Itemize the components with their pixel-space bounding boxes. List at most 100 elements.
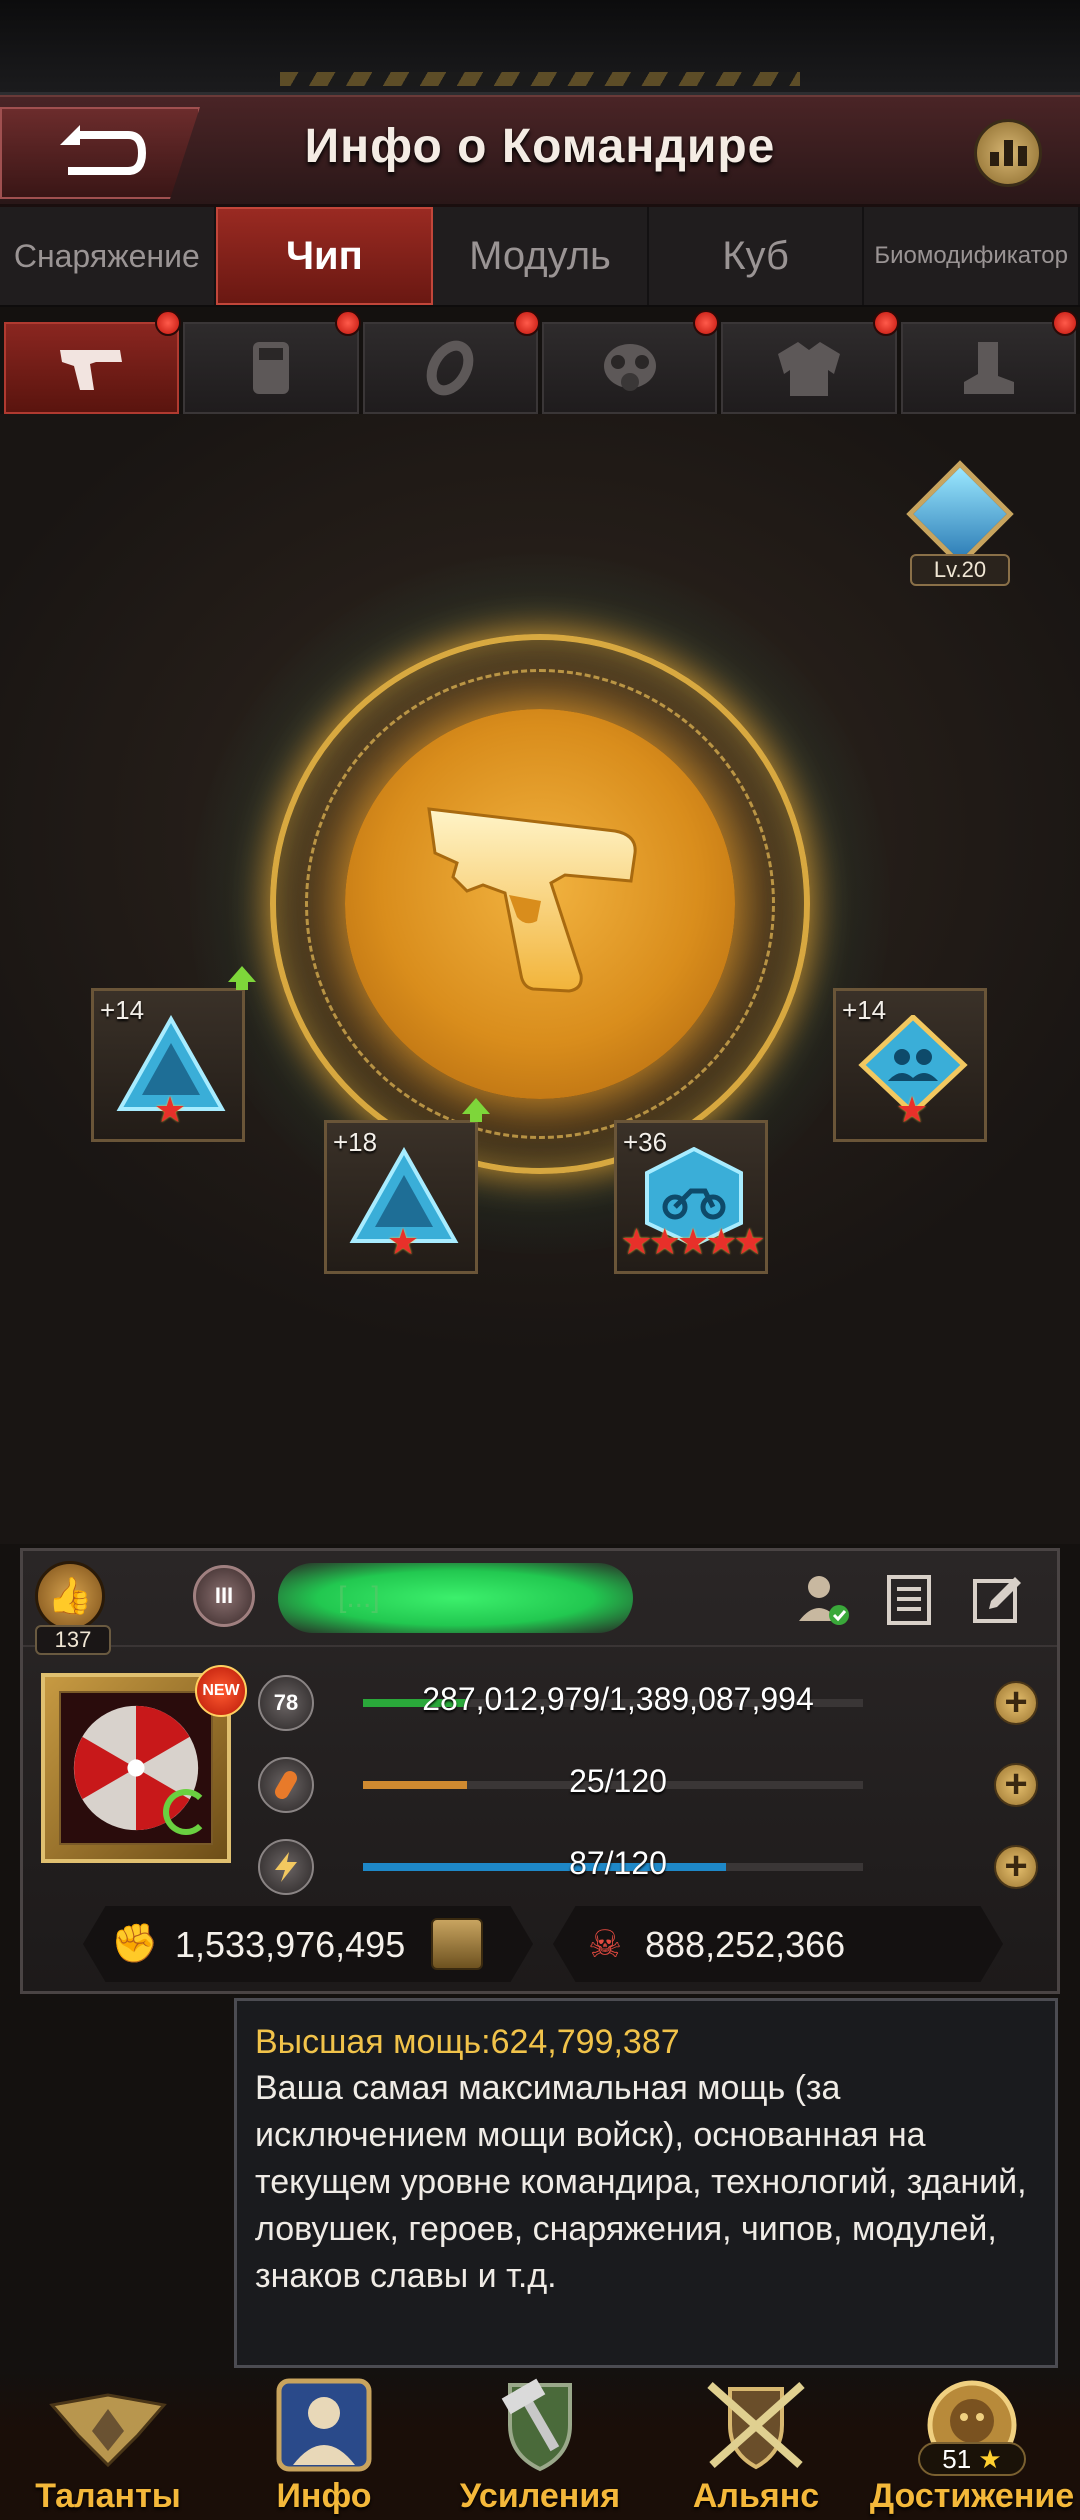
golden-pistol-icon (427, 807, 637, 993)
tab-biomodifier[interactable]: Биомодификатор (864, 207, 1080, 305)
commander-name: [...] (278, 1563, 633, 1633)
chip-stars: ★ (386, 1221, 419, 1262)
bottom-nav: Таланты Инфо Усиления Альянс 51 ★ Достиж… (0, 2372, 1080, 2520)
slot-ring[interactable] (362, 310, 540, 414)
bar-chart-icon-bar (1017, 146, 1027, 166)
notification-dot (693, 310, 720, 336)
commander-header: 👍 137 III [...] (23, 1551, 1057, 1655)
notification-dot (513, 310, 540, 336)
chip-stars: ★ (153, 1089, 186, 1130)
power-fist-icon: ✊ (111, 1923, 159, 1965)
tab-module[interactable]: Модуль (433, 207, 649, 305)
chip-slot[interactable]: +14 ★ (833, 988, 987, 1142)
equipment-level-badge[interactable]: Lv.20 (900, 460, 1020, 586)
notification-dot (334, 310, 361, 336)
edit-icon[interactable] (967, 1569, 1027, 1629)
power-history-icon[interactable] (431, 1918, 483, 1970)
top-frame (0, 0, 1080, 95)
chip-slot[interactable]: +18 ★ (324, 1120, 478, 1274)
experience-row: 78 287,012,979/1,389,087,994 + (258, 1671, 1048, 1735)
peak-power-tooltip: Высшая мощь:624,799,387 Ваша самая макси… (234, 1998, 1058, 2368)
commander-panel: 👍 137 III [...] NEW 78 287,012,979/1,389… (20, 1548, 1060, 1994)
chip-slot[interactable]: +14 ★ (91, 988, 245, 1142)
level-badge-icon: 78 (258, 1675, 314, 1731)
nav-label: Достижение (869, 2477, 1075, 2515)
page-title: Инфо о Командире (304, 120, 776, 173)
chip-slot[interactable]: +36 ★★★★★ (614, 1120, 768, 1274)
profile-check-icon[interactable] (793, 1569, 853, 1629)
bar-chart-icon (989, 152, 999, 166)
nav-achievement[interactable]: 51 ★ Достижение (864, 2372, 1080, 2520)
power-value: 1,533,976,495 (175, 1924, 406, 1965)
armor-plate-icon (252, 342, 289, 394)
category-tabs: Снаряжение Чип Модуль Куб Биомодификатор (0, 207, 1080, 307)
slot-weapon[interactable] (4, 310, 182, 414)
profile-check-icon-svg (799, 1576, 849, 1625)
commander-info-svg (276, 2378, 372, 2471)
power-row: ✊ 1,533,976,495 ☠ 888,252,366 (83, 1906, 1003, 1982)
power-box[interactable]: ✊ 1,533,976,495 (83, 1906, 533, 1982)
slot-armor[interactable] (183, 310, 361, 414)
stats-button[interactable] (974, 119, 1042, 187)
tab-equipment[interactable]: Снаряжение (0, 207, 216, 305)
equipped-weapon[interactable] (345, 709, 735, 1099)
tab-cube[interactable]: Куб (649, 207, 865, 305)
nav-label: Альянс (692, 2477, 820, 2515)
pill-icon (275, 1771, 297, 1799)
thumbs-up-rank-icon[interactable]: 👍 (35, 1561, 105, 1631)
slot-jacket[interactable] (721, 310, 899, 414)
chip-stars: ★★★★★ (620, 1221, 765, 1262)
nav-label: Инфо (276, 2477, 372, 2515)
commander-avatar[interactable]: NEW (41, 1665, 247, 1863)
chip-level: +14 (100, 995, 145, 1025)
upgrade-arrow-icon (228, 966, 256, 990)
equipment-level: Lv.20 (910, 554, 1010, 586)
nav-talents[interactable]: Таланты (0, 2372, 216, 2520)
tab-chip[interactable]: Чип (215, 207, 434, 305)
add-energy-button[interactable]: + (994, 1845, 1038, 1889)
alliance-rank-icon[interactable]: III (193, 1565, 255, 1627)
swap-avatar-icon[interactable] (163, 1789, 209, 1835)
energy-row: 87/120 + (258, 1835, 1048, 1899)
records-icon[interactable] (879, 1569, 939, 1629)
add-stamina-button[interactable]: + (994, 1763, 1038, 1807)
star-icon: ★ (978, 2444, 1002, 2474)
energy-value: 87/120 (569, 1845, 667, 1881)
crossed-swords-svg (707, 2381, 805, 2469)
stamina-pill-icon (258, 1757, 314, 1813)
tooltip-title: Высшая мощь:624,799,387 (255, 2023, 680, 2061)
kills-box[interactable]: ☠ 888,252,366 (553, 1906, 1003, 1982)
kills-value: 888,252,366 (645, 1924, 846, 1965)
slot-mask[interactable] (541, 310, 720, 414)
notification-dot (155, 310, 182, 336)
achievement-count: 51 (942, 2444, 972, 2474)
ring-icon (426, 340, 474, 396)
nav-boosts[interactable]: Усиления (432, 2372, 648, 2520)
pistol-icon (59, 350, 122, 390)
nav-label: Усиления (459, 2477, 621, 2515)
jacket-icon (777, 342, 840, 396)
hazard-stripe (280, 72, 800, 86)
achievement-count-badge: 51 ★ (918, 2442, 1026, 2476)
gas-mask-icon (603, 344, 656, 391)
experience-value: 287,012,979/1,389,087,994 (422, 1681, 814, 1717)
crossed-swords-shield-icon (696, 2372, 816, 2477)
avatar-image (59, 1691, 213, 1845)
lightning-bolt-icon (275, 1852, 297, 1882)
bar-chart-icon-bar (1003, 140, 1013, 166)
wings-emblem-svg (49, 2392, 167, 2467)
header-bar: Инфо о Командире (0, 95, 1080, 207)
notification-dot (872, 310, 899, 336)
upgrade-arrow-icon (462, 1098, 490, 1122)
notification-dot (1051, 310, 1078, 336)
hammer-shield-icon (480, 2372, 600, 2477)
commander-info-icon (264, 2372, 384, 2477)
new-badge: NEW (195, 1665, 247, 1717)
nav-info[interactable]: Инфо (216, 2372, 432, 2520)
wings-emblem-icon (48, 2372, 168, 2477)
nav-alliance[interactable]: Альянс (648, 2372, 864, 2520)
add-experience-button[interactable]: + (994, 1681, 1038, 1725)
chip-level: +18 (333, 1127, 378, 1157)
slot-boots[interactable] (900, 310, 1078, 414)
equipment-stage: Lv.20 +14 ★ +18 ★ +36 ★★★★★ +14 ★ (0, 414, 1080, 1544)
